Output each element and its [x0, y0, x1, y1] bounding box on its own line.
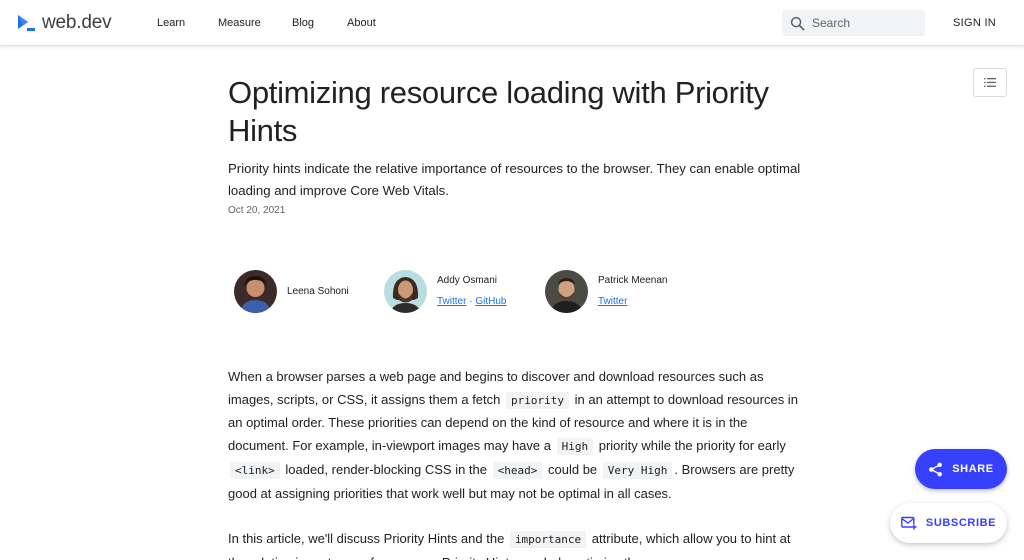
paragraph-text: In this article, we'll discuss Priority …: [228, 531, 505, 546]
search-icon: [790, 16, 805, 31]
twitter-link[interactable]: Twitter: [598, 296, 627, 307]
paragraph-text: priority while the priority for early: [598, 438, 786, 454]
nav-learn[interactable]: Learn: [157, 17, 185, 29]
inline-code: <head>: [492, 461, 543, 479]
author-links: Twitter · GitHub: [437, 295, 506, 309]
author-name: Leena Sohoni: [287, 285, 349, 297]
inline-code: priority: [506, 391, 569, 409]
inline-code: Very High: [602, 461, 673, 479]
github-link[interactable]: GitHub: [475, 296, 506, 307]
article-subtitle: Priority hints indicate the relative imp…: [228, 161, 801, 198]
avatar[interactable]: [545, 270, 588, 313]
share-button[interactable]: SHARE: [915, 449, 1007, 489]
share-icon: [928, 462, 943, 477]
inline-code: High: [556, 438, 594, 456]
article-paragraph: When a browser parses a web page and beg…: [228, 366, 808, 505]
site-logo[interactable]: web.dev: [16, 12, 112, 34]
publish-date: Oct 20, 2021: [228, 205, 286, 216]
author-card: Leena Sohoni: [234, 270, 349, 313]
inline-code: importance: [509, 531, 587, 548]
logo-text: web.dev: [42, 12, 112, 33]
author-links: Twitter: [598, 295, 667, 309]
web-dev-logo-icon: [16, 13, 36, 33]
author-name: Addy Osmani: [437, 275, 498, 286]
search-placeholder: Search: [812, 16, 851, 30]
article-title: Optimizing resource loading with Priorit…: [228, 75, 769, 148]
share-label: SHARE: [952, 463, 994, 475]
link-separator: ·: [469, 296, 473, 307]
paragraph-text: loaded, render-blocking CSS in the: [285, 461, 487, 477]
nav-measure[interactable]: Measure: [218, 17, 261, 29]
avatar[interactable]: [384, 270, 427, 313]
table-of-contents-button[interactable]: [973, 68, 1007, 97]
author-card: Patrick Meenan Twitter: [545, 270, 667, 313]
nav-blog[interactable]: Blog: [292, 17, 314, 29]
article-paragraph: In this article, we'll discuss Priority …: [228, 528, 808, 560]
site-header: web.dev Learn Measure Blog About Search …: [0, 0, 1024, 46]
sign-in-button[interactable]: SIGN IN: [953, 17, 996, 29]
avatar[interactable]: [234, 270, 277, 313]
toc-list-icon: [984, 78, 996, 87]
inline-code: <link>: [230, 461, 280, 479]
twitter-link[interactable]: Twitter: [437, 296, 466, 307]
subscribe-label: SUBSCRIBE: [925, 517, 997, 529]
author-card: Addy Osmani Twitter · GitHub: [384, 270, 506, 313]
author-name: Patrick Meenan: [598, 275, 668, 286]
subscribe-mail-icon: [901, 516, 917, 530]
nav-about[interactable]: About: [347, 17, 376, 29]
paragraph-text: could be: [548, 461, 598, 477]
search-input[interactable]: Search: [782, 10, 925, 36]
subscribe-button[interactable]: SUBSCRIBE: [890, 503, 1007, 543]
